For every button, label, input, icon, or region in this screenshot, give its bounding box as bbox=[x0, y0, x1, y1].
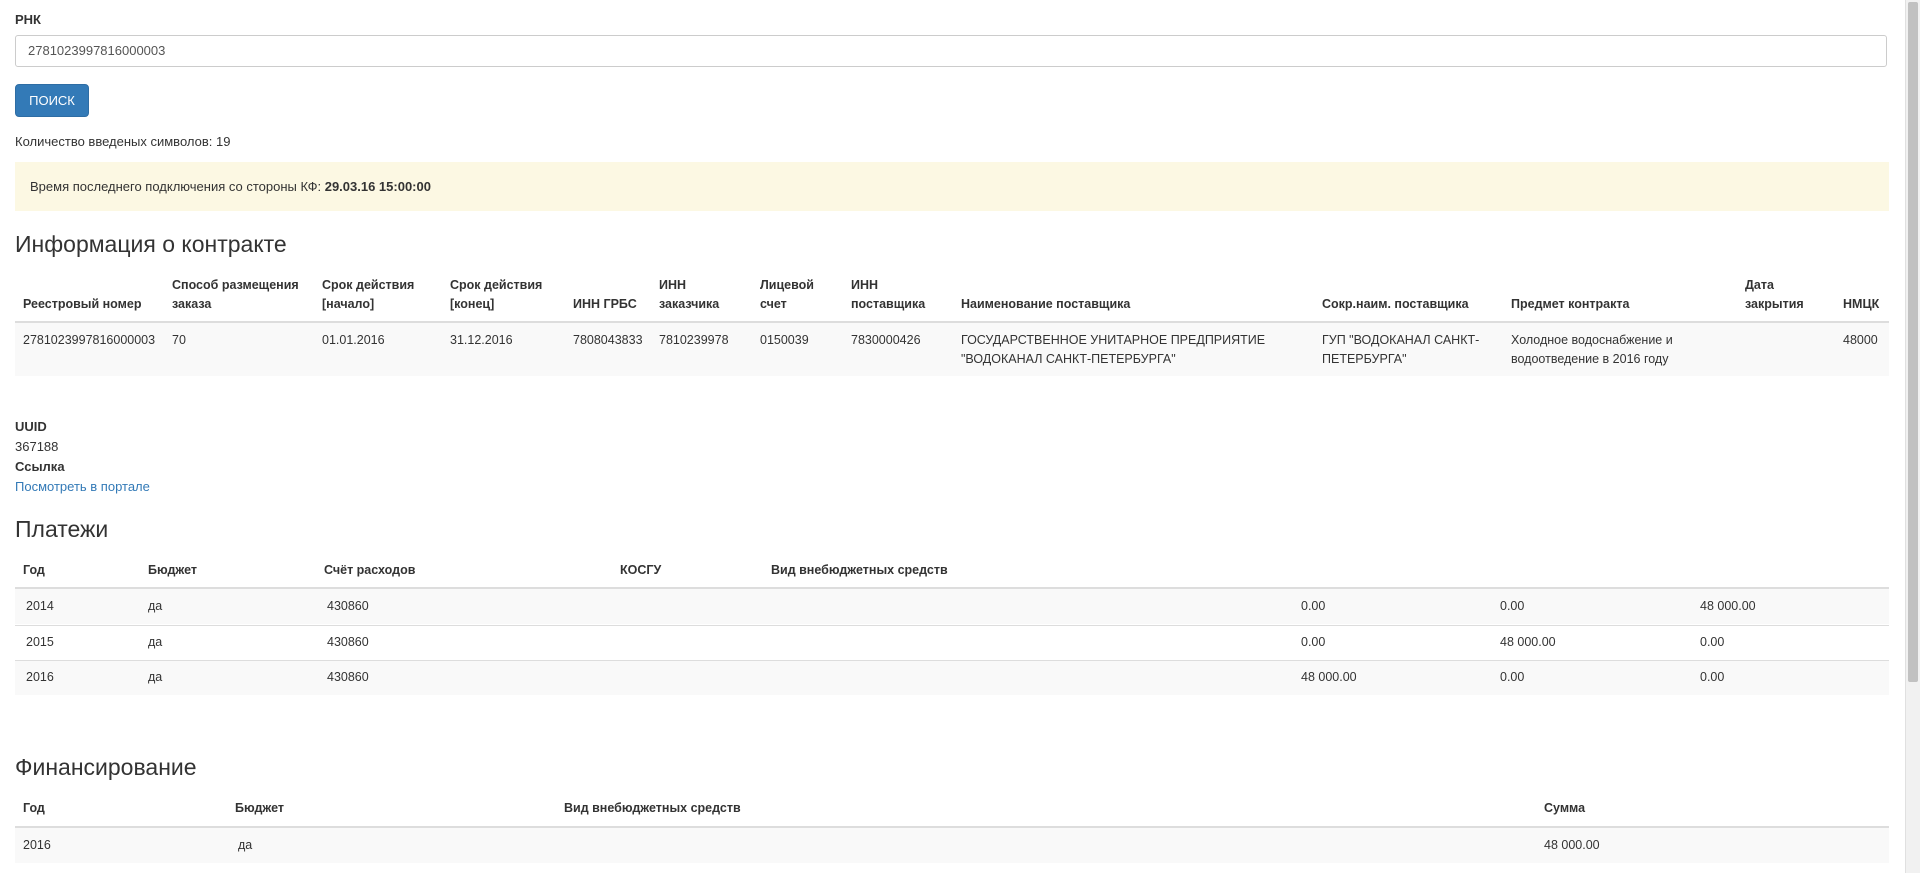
payments-cell: да bbox=[148, 670, 163, 684]
payments-header-cell: Счёт расходов bbox=[324, 563, 416, 577]
rnk-input[interactable]: 2781023997816000003 bbox=[15, 35, 1887, 67]
contract-header-cell: Лицевой bbox=[760, 278, 814, 292]
contract-cell: ГОСУДАРСТВЕННОЕ УНИТАРНОЕ ПРЕДПРИЯТИЕ bbox=[961, 333, 1266, 347]
payments-cell: 2015 bbox=[26, 635, 54, 649]
contract-header-cell: Наименование поставщика bbox=[961, 297, 1131, 311]
contract-cell: 2781023997816000003 bbox=[23, 333, 156, 347]
payments-cell: 0.00 bbox=[1500, 599, 1525, 613]
contract-header-cell: Срок действия bbox=[450, 278, 543, 292]
uuid-value: 367188 bbox=[15, 439, 59, 454]
contract-header-cell: Сокр.наим. поставщика bbox=[1322, 297, 1469, 311]
contract-header-cell: закрытия bbox=[1745, 297, 1804, 311]
payments-header-cell: КОСГУ bbox=[620, 563, 662, 577]
financing-cell: 48 000.00 bbox=[1544, 838, 1600, 852]
payments-cell: 0.00 bbox=[1700, 670, 1725, 684]
char-count-text: Количество введеных символов: 19 bbox=[15, 134, 231, 149]
contract-cell: 31.12.2016 bbox=[450, 333, 513, 347]
payments-cell: 430860 bbox=[327, 670, 369, 684]
financing-section-title: Финансирование bbox=[15, 754, 197, 780]
contract-cell: 7808043833 bbox=[573, 333, 643, 347]
payments-cell: 430860 bbox=[327, 635, 369, 649]
vertical-scrollbar[interactable] bbox=[1905, 0, 1920, 873]
search-button[interactable]: ПОИСК bbox=[15, 84, 89, 117]
payments-cell: да bbox=[148, 599, 163, 613]
contract-header-cell: Предмет контракта bbox=[1511, 297, 1630, 311]
financing-cell: 2016 bbox=[23, 838, 51, 852]
contract-cell: 48000 bbox=[1843, 333, 1878, 347]
financing-row-stripe bbox=[15, 828, 1889, 863]
payments-cell: 0.00 bbox=[1500, 670, 1525, 684]
contract-header-cell: Дата bbox=[1745, 278, 1774, 292]
payments-cell: да bbox=[148, 635, 163, 649]
contract-header-cell: Срок действия bbox=[322, 278, 415, 292]
contract-header-cell: [начало] bbox=[322, 297, 375, 311]
contract-cell: ПЕТЕРБУРГА" bbox=[1322, 352, 1407, 366]
financing-header-cell: Бюджет bbox=[235, 801, 285, 815]
last-connection-alert: Время последнего подключения со стороны … bbox=[15, 162, 1889, 211]
contract-header-cell: [конец] bbox=[450, 297, 495, 311]
payments-row-stripe bbox=[15, 660, 1889, 695]
payments-cell: 0.00 bbox=[1700, 635, 1725, 649]
contract-cell: 70 bbox=[172, 333, 186, 347]
link-label: Ссылка bbox=[15, 459, 65, 474]
payments-header-cell: Бюджет bbox=[148, 563, 198, 577]
contract-cell: 7830000426 bbox=[851, 333, 921, 347]
contract-cell: 0150039 bbox=[760, 333, 809, 347]
portal-link[interactable]: Посмотреть в портале bbox=[15, 479, 150, 494]
contract-section-title: Информация о контракте bbox=[15, 231, 287, 257]
contract-header-cell: поставщика bbox=[851, 297, 926, 311]
contract-header-cell: ИНН bbox=[659, 278, 687, 292]
contract-header-cell: ИНН ГРБС bbox=[573, 297, 637, 311]
contract-cell: "ВОДОКАНАЛ САНКТ-ПЕТЕРБУРГА" bbox=[961, 352, 1176, 366]
contract-cell: 7810239978 bbox=[659, 333, 729, 347]
alert-time: 29.03.16 15:00:00 bbox=[324, 179, 431, 194]
contract-cell: водоотведение в 2016 году bbox=[1511, 352, 1669, 366]
contract-header-cell: Реестровый номер bbox=[23, 297, 142, 311]
payments-row-divider bbox=[15, 625, 1889, 626]
contract-header-cell: Способ размещения bbox=[172, 278, 299, 292]
payments-cell: 2014 bbox=[26, 599, 54, 613]
payments-cell: 48 000.00 bbox=[1700, 599, 1756, 613]
contract-cell: ГУП "ВОДОКАНАЛ САНКТ- bbox=[1322, 333, 1480, 347]
contract-cell: 01.01.2016 bbox=[322, 333, 385, 347]
financing-cell: да bbox=[238, 838, 253, 852]
financing-header-cell: Вид внебюджетных средств bbox=[564, 801, 741, 815]
payments-cell: 0.00 bbox=[1301, 635, 1326, 649]
payments-cell: 48 000.00 bbox=[1500, 635, 1556, 649]
financing-header-cell: Сумма bbox=[1544, 801, 1586, 815]
payments-header-cell: Год bbox=[23, 563, 45, 577]
scrollbar-thumb[interactable] bbox=[1908, 2, 1918, 682]
payments-cell: 430860 bbox=[327, 599, 369, 613]
contract-header-cell: заказчика bbox=[659, 297, 720, 311]
contract-header-cell: НМЦК bbox=[1843, 297, 1880, 311]
contract-cell: Холодное водоснабжение и bbox=[1511, 333, 1673, 347]
payments-cell: 0.00 bbox=[1301, 599, 1326, 613]
alert-text: Время последнего подключения со стороны … bbox=[30, 179, 325, 194]
rnk-label: РНК bbox=[15, 12, 41, 27]
contract-header-cell: счет bbox=[760, 297, 787, 311]
contract-header-cell: заказа bbox=[172, 297, 212, 311]
payments-row-stripe bbox=[15, 589, 1889, 624]
payments-section-title: Платежи bbox=[15, 516, 109, 542]
financing-header-cell: Год bbox=[23, 801, 45, 815]
payments-cell: 2016 bbox=[26, 670, 54, 684]
uuid-label: UUID bbox=[15, 419, 47, 434]
payments-header-cell: Вид внебюджетных средств bbox=[771, 563, 948, 577]
contract-header-cell: ИНН bbox=[851, 278, 879, 292]
payments-row-divider bbox=[15, 660, 1889, 661]
payments-cell: 48 000.00 bbox=[1301, 670, 1357, 684]
